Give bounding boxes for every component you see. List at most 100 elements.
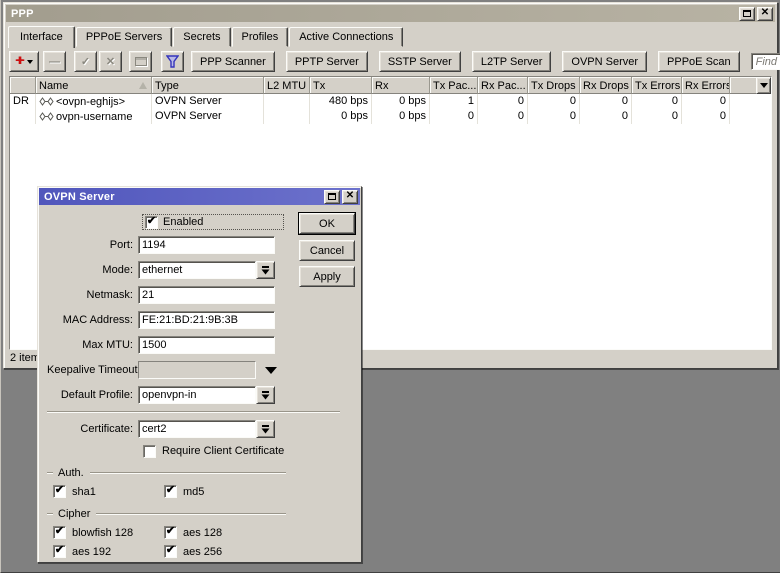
column-select-button[interactable]	[756, 77, 771, 94]
tab-pppoe-servers[interactable]: PPPoE Servers	[76, 27, 172, 47]
mac-address-field[interactable]	[138, 311, 275, 329]
funnel-icon	[166, 55, 179, 68]
col-rx-errors[interactable]: Rx Errors	[682, 77, 730, 94]
enabled-focus-box: Enabled	[142, 214, 284, 230]
col-type[interactable]: Type	[152, 77, 264, 94]
auth-option: sha1	[53, 485, 164, 498]
col-rx-packets[interactable]: Rx Pac...	[478, 77, 528, 94]
default-profile-field[interactable]	[138, 386, 256, 404]
row-tx: 480 bps	[310, 94, 372, 109]
md5-checkbox[interactable]	[164, 485, 177, 498]
require-client-certificate-checkbox[interactable]	[143, 445, 156, 458]
max-mtu-field[interactable]	[138, 336, 275, 354]
certificate-row: Certificate:	[47, 419, 352, 439]
md5-label: md5	[183, 486, 204, 498]
row-tx-errors: 0	[632, 109, 682, 124]
dialog-titlebar[interactable]: OVPN Server ✕	[39, 188, 360, 205]
apply-button[interactable]: Apply	[299, 266, 355, 287]
remove-button[interactable]: —	[43, 51, 66, 72]
interface-icon	[39, 112, 54, 121]
certificate-dropdown-button[interactable]	[256, 420, 275, 438]
col-filler	[730, 77, 756, 94]
col-tx-errors[interactable]: Tx Errors	[632, 77, 682, 94]
ok-button[interactable]: OK	[299, 213, 355, 234]
sstp-server-button[interactable]: SSTP Server	[379, 51, 461, 72]
row-name: ovpn-username	[36, 109, 152, 124]
col-name[interactable]: Name	[36, 77, 152, 94]
pptp-server-button[interactable]: PPTP Server	[286, 51, 368, 72]
dropdown-icon	[261, 266, 270, 275]
netmask-field[interactable]	[138, 286, 275, 304]
aes-128-checkbox[interactable]	[164, 526, 177, 539]
table-row[interactable]: DR <ovpn-eghijs> OVPN Server 480 bps 0 b…	[10, 94, 771, 109]
disable-button[interactable]: ✕	[99, 51, 122, 72]
blowfish-128-checkbox[interactable]	[53, 526, 66, 539]
row-l2mtu	[264, 94, 310, 109]
row-rx-drops: 0	[580, 109, 632, 124]
col-tx-packets[interactable]: Tx Pac...	[430, 77, 478, 94]
netmask-label: Netmask:	[47, 289, 138, 301]
cipher-options: aes 192 aes 256	[53, 545, 352, 558]
col-tx-drops[interactable]: Tx Drops	[528, 77, 580, 94]
row-tx-drops: 0	[528, 94, 580, 109]
separator	[47, 411, 340, 412]
col-rx-drops[interactable]: Rx Drops	[580, 77, 632, 94]
section-dash	[47, 513, 53, 514]
table-header: Name Type L2 MTU Tx Rx Tx Pac... Rx Pac.…	[10, 77, 771, 94]
toolbar: + — ✓ ✕ PPP Scanner PPTP Server SSTP Ser…	[6, 47, 775, 76]
find-input[interactable]	[751, 53, 780, 70]
close-icon: ✕	[346, 191, 354, 201]
netmask-row: Netmask:	[47, 285, 352, 305]
filter-button[interactable]	[161, 51, 184, 72]
table-row[interactable]: ovpn-username OVPN Server 0 bps 0 bps 0 …	[10, 109, 771, 124]
sha1-checkbox[interactable]	[53, 485, 66, 498]
mode-combo	[138, 261, 275, 279]
mac-address-label: MAC Address:	[47, 314, 138, 326]
mode-field[interactable]	[138, 261, 256, 279]
pppoe-scan-button[interactable]: PPPoE Scan	[658, 51, 740, 72]
l2tp-server-button[interactable]: L2TP Server	[472, 51, 552, 72]
cancel-button[interactable]: Cancel	[299, 240, 355, 261]
comment-button[interactable]	[129, 51, 152, 72]
dialog-close-button[interactable]: ✕	[342, 190, 358, 204]
enabled-checkbox[interactable]	[145, 216, 158, 229]
ovpn-server-button[interactable]: OVPN Server	[562, 51, 647, 72]
dialog-title: OVPN Server	[44, 191, 322, 203]
tab-profiles[interactable]: Profiles	[232, 27, 289, 47]
aes-192-checkbox[interactable]	[53, 545, 66, 558]
col-tx[interactable]: Tx	[310, 77, 372, 94]
ppp-titlebar[interactable]: PPP ✕	[6, 5, 775, 22]
interface-icon	[39, 97, 54, 106]
default-profile-row: Default Profile:	[47, 385, 352, 405]
comment-icon	[135, 57, 147, 66]
dialog-maximize-button[interactable]	[324, 190, 340, 204]
aes-256-checkbox[interactable]	[164, 545, 177, 558]
ppp-scanner-button[interactable]: PPP Scanner	[191, 51, 275, 72]
add-button[interactable]: +	[9, 51, 39, 72]
enabled-label: Enabled	[163, 216, 203, 228]
certificate-label: Certificate:	[47, 423, 138, 435]
col-l2mtu[interactable]: L2 MTU	[264, 77, 310, 94]
section-dash	[47, 472, 53, 473]
row-rx-errors: 0	[682, 109, 730, 124]
cipher-option: aes 192	[53, 545, 164, 558]
row-flags	[10, 109, 36, 124]
certificate-field[interactable]	[138, 420, 256, 438]
keepalive-timeout-label: Keepalive Timeout:	[47, 364, 138, 376]
enable-button[interactable]: ✓	[74, 51, 97, 72]
tab-secrets[interactable]: Secrets	[173, 27, 230, 47]
close-button[interactable]: ✕	[757, 7, 773, 21]
maximize-icon	[328, 193, 336, 200]
keepalive-expand-icon[interactable]	[265, 367, 277, 374]
sort-asc-icon	[139, 82, 147, 89]
mode-dropdown-button[interactable]	[256, 261, 275, 279]
col-flags[interactable]	[10, 77, 36, 94]
port-field[interactable]	[138, 236, 275, 254]
close-icon: ✕	[761, 8, 769, 18]
tab-active-connections[interactable]: Active Connections	[289, 27, 403, 47]
default-profile-dropdown-button[interactable]	[256, 386, 275, 404]
tab-interface[interactable]: Interface	[8, 26, 75, 48]
col-rx[interactable]: Rx	[372, 77, 430, 94]
section-line	[90, 472, 286, 473]
maximize-button[interactable]	[739, 7, 755, 21]
